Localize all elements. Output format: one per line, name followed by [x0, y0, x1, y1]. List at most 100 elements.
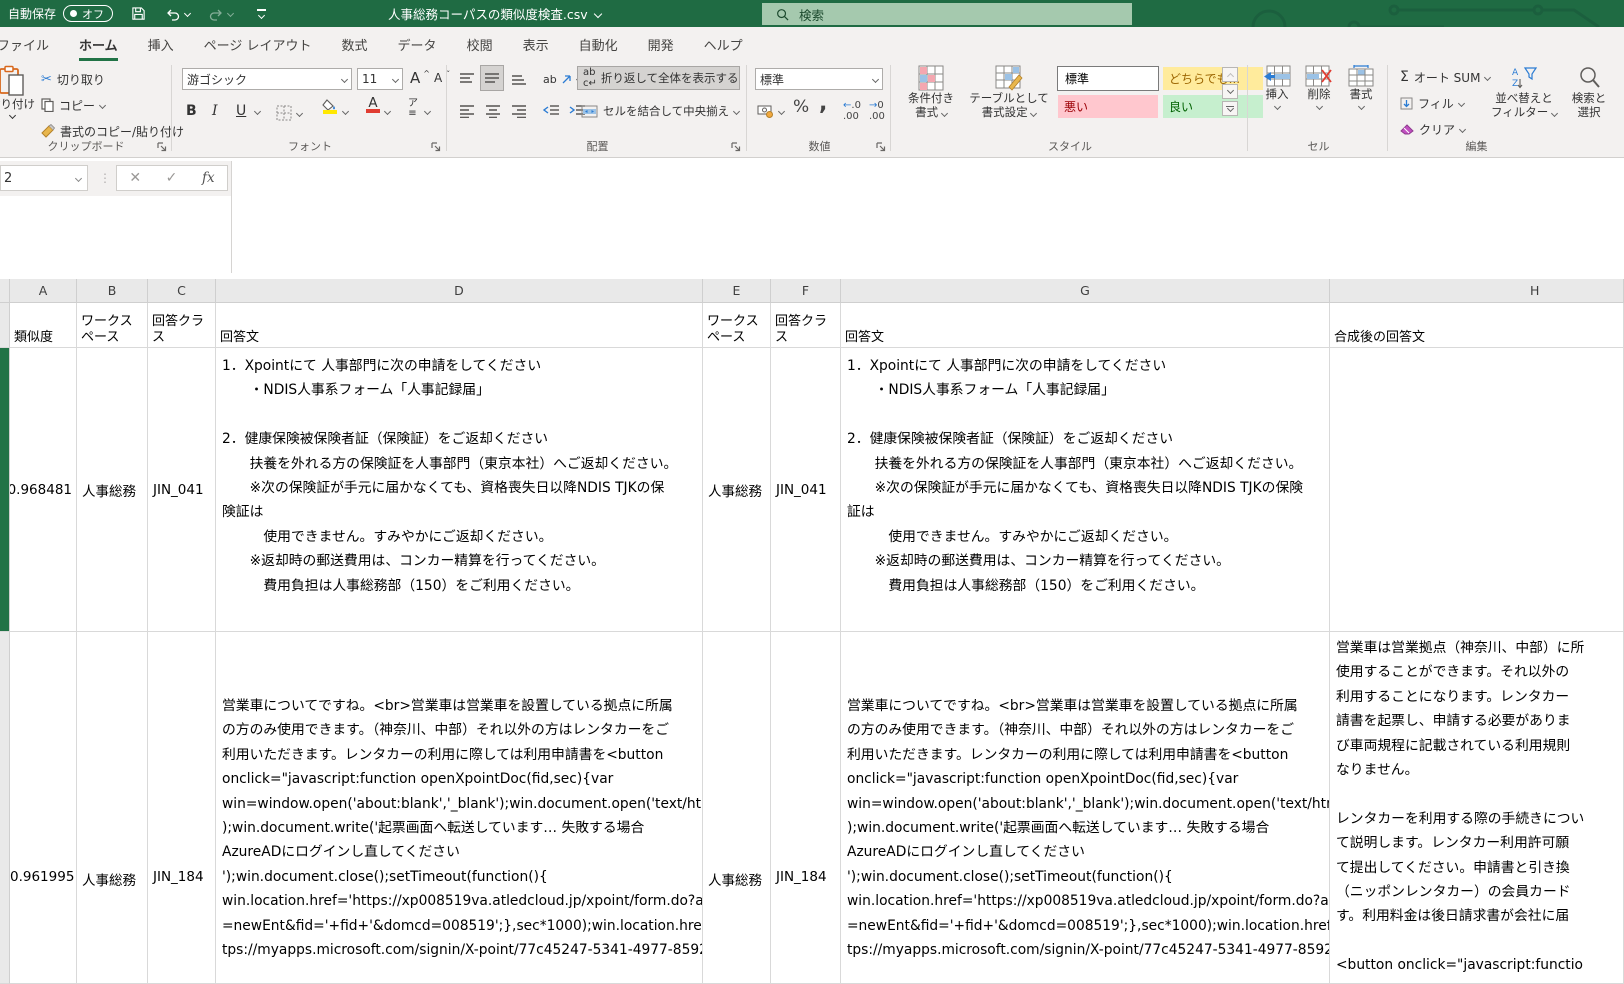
col-header-a[interactable]: A — [10, 279, 77, 303]
name-box-dropdown[interactable] — [75, 174, 82, 181]
cell-d3[interactable]: 営業車についてですね。<br>営業車は営業車を設置している拠点に所属 の方のみ使… — [216, 632, 703, 984]
align-center-button[interactable] — [482, 99, 504, 123]
quick-access-customize-button[interactable] — [248, 0, 274, 27]
borders-button[interactable] — [273, 101, 305, 125]
align-right-button[interactable] — [508, 99, 530, 123]
fill-color-button[interactable] — [319, 99, 341, 123]
autosave-toggle[interactable]: 自動保存 オフ — [8, 0, 113, 27]
cell-g1[interactable]: 回答文 — [841, 303, 1330, 348]
font-color-button[interactable]: A — [363, 97, 383, 121]
number-dialog-launcher[interactable] — [874, 140, 887, 153]
align-left-button[interactable] — [456, 99, 478, 123]
comma-style-button[interactable]: , — [816, 91, 830, 115]
top-align-button[interactable] — [456, 67, 478, 91]
cell-h2[interactable] — [1330, 348, 1624, 632]
cell-e3[interactable]: 人事総務 — [703, 632, 771, 984]
cell-b1[interactable]: ワークスペース — [77, 303, 148, 348]
col-header-c[interactable]: C — [148, 279, 216, 303]
row-header-3[interactable] — [0, 632, 10, 984]
fill-button[interactable]: フィル — [1397, 91, 1467, 115]
tab-insert[interactable]: 挿入 — [133, 27, 189, 61]
style-neutral[interactable]: どちらでも... — [1163, 67, 1263, 90]
cell-c1[interactable]: 回答クラス — [148, 303, 216, 348]
cell-f2[interactable]: JIN_041 — [771, 348, 841, 632]
middle-align-button[interactable] — [480, 65, 504, 91]
cell-g2[interactable]: 1．Xpointにて 人事部門に次の申請をしてください ・NDIS人事系フォーム… — [841, 348, 1330, 632]
cell-a3[interactable]: 0.961995 — [10, 632, 77, 984]
cell-e2[interactable]: 人事総務 — [703, 348, 771, 632]
tab-help[interactable]: ヘルプ — [689, 27, 758, 61]
tab-file[interactable]: ファイル — [0, 27, 64, 61]
accounting-format-button[interactable] — [754, 99, 787, 123]
delete-cells-button[interactable]: 削除 — [1299, 65, 1339, 109]
underline-button[interactable]: U — [233, 99, 249, 123]
row-header-2-selected[interactable] — [0, 348, 10, 632]
tab-automate[interactable]: 自動化 — [564, 27, 633, 61]
cell-a2[interactable]: 0.968481 — [10, 348, 77, 632]
fill-color-dropdown[interactable] — [342, 108, 349, 115]
autosum-button[interactable]: Σ オート SUM — [1397, 65, 1493, 89]
cell-d2[interactable]: 1．Xpointにて 人事部門に次の申請をしてください ・NDIS人事系フォーム… — [216, 348, 703, 632]
document-title[interactable]: 人事総務コーパスの類似度検査.csv — [388, 0, 601, 27]
phonetic-guide-button[interactable]: ア≡ — [405, 99, 421, 123]
search-box[interactable]: 検索 — [762, 3, 1132, 25]
italic-button[interactable]: I — [209, 99, 221, 123]
cell-e1[interactable]: ワークスペース — [703, 303, 771, 348]
cell-f1[interactable]: 回答クラス — [771, 303, 841, 348]
tab-data[interactable]: データ — [383, 27, 452, 61]
format-cells-button[interactable]: 書式 — [1341, 65, 1381, 109]
col-header-h[interactable]: H — [1330, 279, 1624, 303]
grow-font-button[interactable]: A^ — [407, 66, 433, 90]
tab-home[interactable]: ホーム — [64, 27, 133, 61]
tab-formulas[interactable]: 数式 — [327, 27, 383, 61]
font-color-dropdown[interactable] — [384, 108, 391, 115]
style-bad[interactable]: 悪い — [1058, 95, 1158, 118]
format-as-table-button[interactable]: テーブルとして書式設定 — [966, 65, 1052, 119]
style-normal[interactable]: 標準 — [1058, 67, 1158, 90]
select-all-corner[interactable] — [0, 279, 10, 303]
styles-gallery-more-button[interactable] — [1222, 101, 1238, 116]
font-dialog-launcher[interactable] — [429, 140, 442, 153]
cell-c2[interactable]: JIN_041 — [148, 348, 216, 632]
copy-button[interactable]: コピー — [38, 93, 108, 117]
save-button[interactable] — [125, 0, 151, 27]
cut-button[interactable]: ✂ 切り取り — [38, 67, 108, 91]
cell-f3[interactable]: JIN_184 — [771, 632, 841, 984]
col-header-d[interactable]: D — [216, 279, 703, 303]
formula-input[interactable] — [232, 161, 1624, 273]
undo-button[interactable] — [160, 0, 194, 27]
tab-review[interactable]: 校閲 — [452, 27, 508, 61]
phonetic-dropdown[interactable] — [424, 108, 431, 115]
row-header-1[interactable] — [0, 303, 10, 348]
cell-h3[interactable]: 営業車は営業拠点（神奈川、中部）に所 使用することができます。それ以外の 利用す… — [1330, 632, 1624, 984]
styles-gallery-up-button[interactable] — [1222, 67, 1238, 82]
insert-cells-button[interactable]: 挿入 — [1257, 65, 1297, 109]
bottom-align-button[interactable] — [508, 67, 530, 91]
tab-view[interactable]: 表示 — [508, 27, 564, 61]
underline-dropdown[interactable] — [254, 108, 261, 115]
name-box[interactable]: 2 — [0, 165, 88, 191]
cell-c3[interactable]: JIN_184 — [148, 632, 216, 984]
cancel-icon[interactable]: ✕ — [129, 170, 141, 186]
styles-gallery-down-button[interactable] — [1222, 84, 1238, 99]
alignment-dialog-launcher[interactable] — [729, 140, 742, 153]
clipboard-dialog-launcher[interactable] — [155, 140, 168, 153]
col-header-f[interactable]: F — [771, 279, 841, 303]
number-format-combo[interactable]: 標準 — [755, 68, 883, 90]
font-name-combo[interactable]: 游ゴシック — [182, 68, 352, 90]
cell-h1[interactable]: 合成後の回答文 — [1330, 303, 1624, 348]
increase-decimal-button[interactable]: ←.0.00 — [840, 99, 864, 123]
cell-b3[interactable]: 人事総務 — [77, 632, 148, 984]
find-select-button[interactable]: 検索と選択 — [1561, 65, 1617, 119]
cell-b2[interactable]: 人事総務 — [77, 348, 148, 632]
sort-filter-button[interactable]: A Z 並べ替えとフィルター — [1491, 65, 1557, 119]
decrease-decimal-button[interactable]: →0.00 — [866, 99, 888, 123]
wrap-text-button[interactable]: abc↵ 折り返して全体を表示する — [577, 66, 740, 90]
enter-icon[interactable]: ✓ — [166, 170, 178, 186]
decrease-indent-button[interactable] — [540, 99, 563, 123]
col-header-g[interactable]: G — [841, 279, 1330, 303]
style-good[interactable]: 良い — [1163, 95, 1263, 118]
percent-style-button[interactable]: % — [790, 95, 812, 119]
redo-button[interactable] — [203, 0, 237, 27]
col-header-b[interactable]: B — [77, 279, 148, 303]
